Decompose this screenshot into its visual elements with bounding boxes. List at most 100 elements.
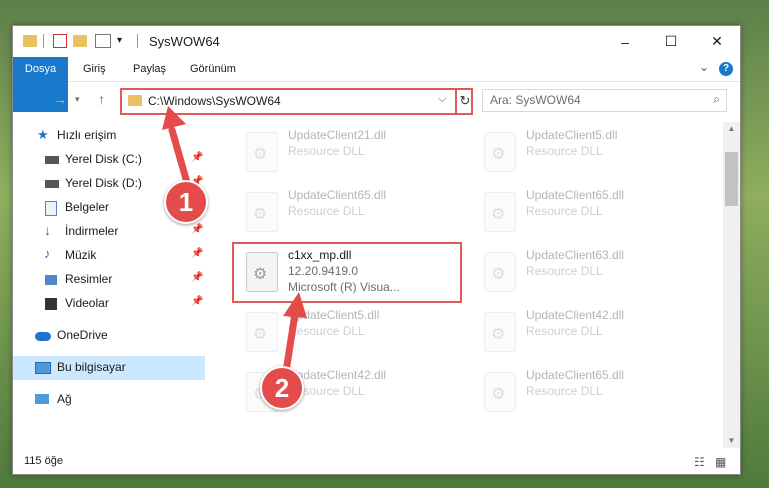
sidebar-item-label: Müzik [65, 248, 97, 262]
minimize-button[interactable]: – [602, 26, 648, 57]
explorer-window: ▾ SysWOW64 – ☐ ✕ Dosya Giriş Paylaş Görü… [12, 25, 741, 475]
pictures-icon [45, 275, 57, 285]
gear-icon: ⚙ [491, 386, 506, 403]
sidebar-item-label: Yerel Disk (D:) [65, 176, 142, 190]
sidebar-item-pictures[interactable]: Resimler 📌 [13, 268, 205, 292]
sidebar-item-label: İndirmeler [65, 224, 119, 238]
file-item[interactable]: ⚙ UpdateClient63.dll Resource DLL [478, 244, 708, 299]
large-icons-view-icon[interactable]: ▦ [715, 455, 726, 469]
sidebar-item-network[interactable]: Ağ [13, 388, 205, 412]
file-name: UpdateClient21.dll [288, 128, 387, 142]
music-icon: ♪ [44, 246, 51, 261]
file-name: UpdateClient65.dll [288, 188, 387, 202]
refresh-button[interactable]: ↻ [455, 88, 473, 113]
file-name: UpdateClient63.dll [526, 248, 625, 262]
file-name: UpdateClient65.dll [526, 188, 625, 202]
scrollbar-thumb[interactable] [725, 152, 738, 206]
pin-icon[interactable]: 📌 [191, 224, 203, 235]
customize-dropdown-icon[interactable]: ▾ [117, 35, 122, 49]
dll-file-icon: ⚙ [484, 252, 516, 292]
sidebar-item-music[interactable]: ♪ Müzik 📌 [13, 244, 205, 268]
separator [137, 34, 138, 48]
computer-icon [35, 362, 51, 374]
maximize-button[interactable]: ☐ [648, 26, 694, 57]
tab-home[interactable]: Giriş [73, 57, 116, 81]
details-view-icon[interactable]: ☷ [694, 455, 705, 469]
sidebar-item-label: Videolar [65, 296, 109, 310]
file-name: UpdateClient5.dll [526, 128, 618, 142]
expand-ribbon-icon[interactable]: ⌄ [699, 60, 709, 74]
sidebar-item-label: Belgeler [65, 200, 110, 214]
dll-file-icon: ⚙ [246, 192, 278, 232]
pin-icon[interactable]: 📌 [191, 272, 203, 283]
search-icon: ⌕ [713, 92, 720, 106]
file-description: Resource DLL [526, 324, 603, 338]
close-button[interactable]: ✕ [694, 26, 740, 57]
separator [43, 34, 44, 48]
sidebar-item-label: Resimler [65, 272, 113, 286]
file-description: Resource DLL [526, 204, 603, 218]
file-description: Resource DLL [288, 144, 365, 158]
folder-icon [23, 35, 37, 47]
recent-dropdown-icon[interactable]: ▾ [75, 94, 80, 105]
window-title: SysWOW64 [149, 34, 220, 49]
download-icon: ↓ [44, 222, 51, 238]
drive-icon [45, 156, 59, 164]
pin-icon[interactable]: 📌 [191, 296, 203, 307]
step-2-badge: 2 [260, 366, 304, 410]
dll-file-icon: ⚙ [484, 132, 516, 172]
sidebar-item-this-pc[interactable]: Bu bilgisayar [13, 356, 205, 380]
file-item[interactable]: ⚙ UpdateClient21.dll Resource DLL [240, 124, 470, 179]
sidebar-item-videos[interactable]: Videolar 📌 [13, 292, 205, 316]
forward-button[interactable]: → [53, 91, 67, 107]
file-description: Resource DLL [526, 144, 603, 158]
dll-file-icon: ⚙ [484, 312, 516, 352]
help-icon[interactable]: ? [719, 62, 733, 76]
sidebar-item-label: Ağ [57, 392, 72, 406]
file-name: UpdateClient42.dll [526, 308, 625, 322]
tab-view[interactable]: Görünüm [180, 57, 246, 81]
file-item[interactable]: ⚙ UpdateClient65.dll Resource DLL [478, 364, 708, 419]
sidebar-item-label: Yerel Disk (C:) [65, 152, 142, 166]
navigation-bar: ← → ▾ ↑ C:\Windows\SysWOW64 ⌵ ↻ Ara: Sys… [13, 82, 740, 116]
chevron-down-icon[interactable]: ⌵ [438, 93, 446, 106]
network-icon [35, 394, 49, 404]
item-count: 115 öğe [24, 455, 63, 467]
file-item[interactable]: ⚙ UpdateClient65.dll Resource DLL [478, 184, 708, 239]
new-folder-icon[interactable] [73, 35, 87, 47]
file-description: Resource DLL [288, 204, 365, 218]
properties-icon[interactable] [53, 34, 67, 48]
gear-icon: ⚙ [491, 146, 506, 163]
dll-file-icon: ⚙ [484, 192, 516, 232]
gear-icon: ⚙ [253, 146, 268, 163]
vertical-scrollbar[interactable]: ▲ ▼ [723, 122, 740, 448]
sidebar-item-label: OneDrive [57, 328, 108, 342]
search-input[interactable]: Ara: SysWOW64 ⌕ [482, 89, 727, 112]
dll-file-icon: ⚙ [484, 372, 516, 412]
scroll-down-icon[interactable]: ▼ [723, 436, 740, 445]
sidebar-item-onedrive[interactable]: OneDrive [13, 324, 205, 348]
step-1-badge: 1 [164, 180, 208, 224]
file-item[interactable]: ⚙ UpdateClient42.dll Resource DLL [478, 304, 708, 359]
videos-icon [45, 298, 57, 310]
back-button[interactable]: ← [23, 91, 37, 107]
status-bar: 115 öğe ☷ ▦ [13, 450, 740, 474]
up-button[interactable]: ↑ [98, 91, 105, 107]
ribbon: Dosya Giriş Paylaş Görünüm ⌄ ? [13, 57, 740, 112]
pin-icon[interactable]: 📌 [191, 248, 203, 259]
tab-share[interactable]: Paylaş [123, 57, 176, 81]
file-item[interactable]: ⚙ UpdateClient65.dll Resource DLL [240, 184, 470, 239]
sidebar-item-downloads[interactable]: ↓ İndirmeler 📌 [13, 220, 205, 244]
scroll-up-icon[interactable]: ▲ [723, 124, 740, 133]
title-bar: ▾ SysWOW64 – ☐ ✕ [13, 26, 740, 57]
file-item[interactable]: ⚙ UpdateClient5.dll Resource DLL [478, 124, 708, 179]
cloud-icon [35, 332, 51, 341]
gear-icon: ⚙ [491, 206, 506, 223]
file-description: Resource DLL [526, 384, 603, 398]
sidebar-item-label: Hızlı erişim [57, 128, 117, 142]
folder-icon [128, 95, 142, 106]
gear-icon: ⚙ [491, 326, 506, 343]
view-icon[interactable] [95, 34, 111, 48]
sidebar-item-label: Bu bilgisayar [57, 360, 126, 374]
documents-icon [45, 201, 57, 216]
